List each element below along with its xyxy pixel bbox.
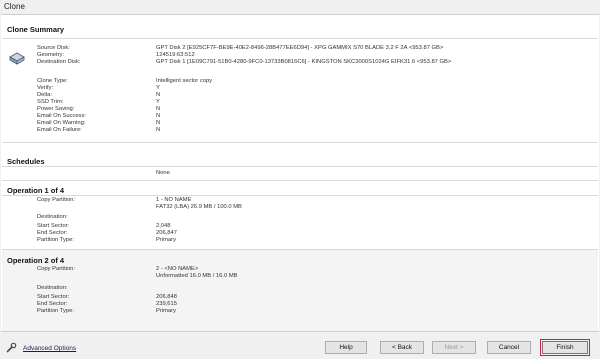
- destination-disk-value: GPT Disk 1 [1E09C791-51B0-4280-9FC0-1373…: [156, 59, 452, 65]
- email-on-failure-value: N: [156, 127, 161, 133]
- email-on-warning-value: N: [156, 120, 161, 126]
- divider: [2, 249, 598, 250]
- destination-label: Destination:: [37, 285, 68, 291]
- delta-value: N: [156, 92, 161, 98]
- copy-partition-label: Copy Partition:: [37, 266, 76, 272]
- partition-type-value: Primary: [156, 308, 176, 314]
- advanced-options-link[interactable]: Advanced Options: [23, 345, 76, 352]
- copy-partition-value: 1 - NO NAME: [156, 197, 192, 203]
- finish-button[interactable]: Finish: [540, 339, 590, 356]
- end-sector-value: 206,847: [156, 230, 177, 236]
- start-sector-value: 2,048: [156, 223, 171, 229]
- ssd-trim-label: SSD Trim:: [37, 99, 64, 105]
- summary-panel: Clone Summary Source Disk: GPT Disk 2 [E…: [1, 14, 599, 332]
- end-sector-value: 239,615: [156, 301, 177, 307]
- destination-disk-label: Destination Disk:: [37, 59, 81, 65]
- partition-type-label: Partition Type:: [37, 237, 74, 243]
- divider: [2, 180, 598, 181]
- wrench-icon[interactable]: [6, 342, 17, 353]
- verify-label: Verify:: [37, 85, 54, 91]
- partition-size-value: FAT32 (LBA) 26.9 MB / 100.0 MB: [156, 204, 242, 210]
- email-on-success-label: Email On Success:: [37, 113, 86, 119]
- destination-label: Destination:: [37, 214, 68, 220]
- source-disk-label: Source Disk:: [37, 45, 70, 51]
- verify-value: Y: [156, 85, 160, 91]
- clone-type-value: Intelligent sector copy: [156, 78, 213, 84]
- divider: [2, 38, 598, 39]
- cancel-button[interactable]: Cancel: [487, 341, 531, 354]
- operation-1-header: Operation 1 of 4: [7, 186, 65, 195]
- copy-partition-label: Copy Partition:: [37, 197, 76, 203]
- ssd-trim-value: Y: [156, 99, 160, 105]
- start-sector-value: 206,848: [156, 294, 177, 300]
- next-button[interactable]: Next >: [432, 341, 476, 354]
- email-on-failure-label: Email On Failure:: [37, 127, 82, 133]
- operation-2-header: Operation 2 of 4: [7, 256, 65, 265]
- hard-disk-icon: [9, 52, 25, 65]
- back-button[interactable]: < Back: [380, 341, 424, 354]
- power-saving-value: N: [156, 106, 161, 112]
- schedules-value: None: [156, 170, 170, 176]
- geometry-label: Geometry:: [37, 52, 65, 58]
- copy-partition-value: 2 - <NO NAME>: [156, 266, 199, 272]
- divider: [2, 166, 598, 167]
- source-disk-value: GPT Disk 2 [E925CF7F-BE9E-40E2-8496-28B4…: [156, 45, 444, 51]
- power-saving-label: Power Saving:: [37, 106, 75, 112]
- delta-label: Delta:: [37, 92, 53, 98]
- operation-2-band: [2, 249, 598, 331]
- divider: [2, 195, 598, 196]
- partition-type-label: Partition Type:: [37, 308, 74, 314]
- partition-size-value: Unformatted 16.0 MB / 16.0 MB: [156, 273, 238, 279]
- start-sector-label: Start Sector:: [37, 294, 70, 300]
- end-sector-label: End Sector:: [37, 230, 68, 236]
- partition-type-value: Primary: [156, 237, 176, 243]
- help-button[interactable]: Help: [325, 341, 367, 354]
- start-sector-label: Start Sector:: [37, 223, 70, 229]
- email-on-warning-label: Email On Warning:: [37, 120, 86, 126]
- end-sector-label: End Sector:: [37, 301, 68, 307]
- window-title: Clone: [4, 2, 25, 11]
- clone-type-label: Clone Type:: [37, 78, 68, 84]
- geometry-value: 124519:63:512: [156, 52, 195, 58]
- divider: [2, 142, 598, 143]
- clone-summary-header: Clone Summary: [7, 25, 65, 34]
- email-on-success-value: N: [156, 113, 161, 119]
- schedules-header: Schedules: [7, 157, 45, 166]
- button-bar: Advanced Options Help < Back Next > Canc…: [0, 334, 600, 359]
